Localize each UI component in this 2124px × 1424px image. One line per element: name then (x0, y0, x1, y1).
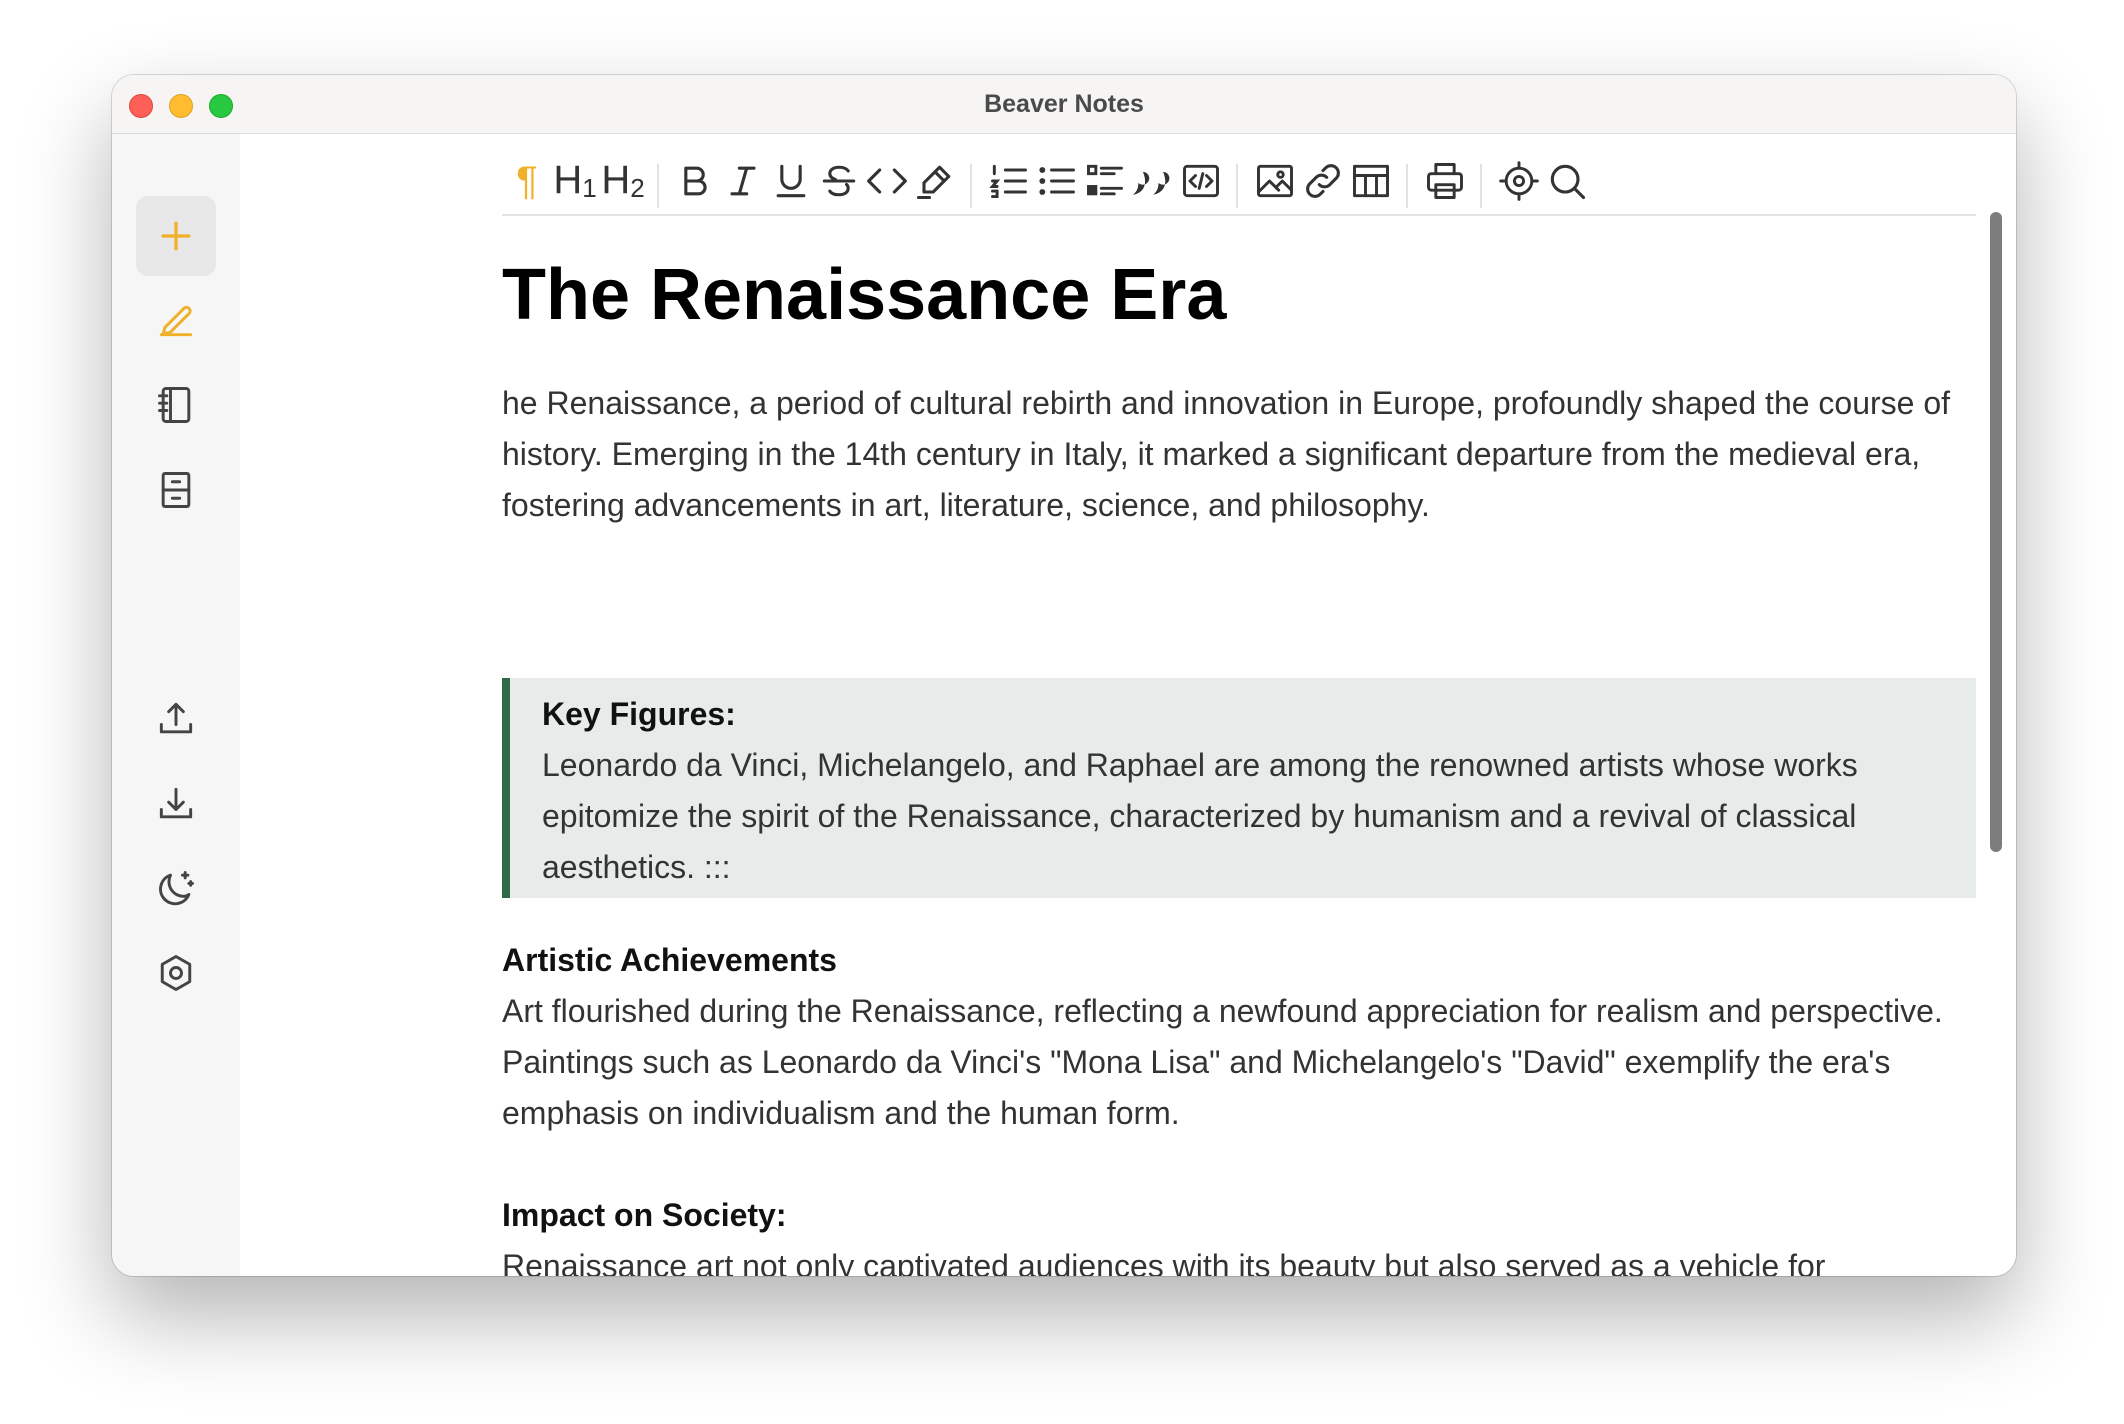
paragraph-icon: ¶ (516, 158, 538, 203)
callout-heading: Key Figures: (542, 696, 736, 732)
toolbar-divider (970, 164, 972, 208)
printer-icon (1427, 163, 1463, 199)
notebook-button[interactable] (136, 365, 216, 445)
search-button[interactable] (1542, 156, 1592, 206)
task-list-icon (1087, 164, 1123, 196)
strikethrough-icon (822, 165, 856, 197)
image-icon (1257, 164, 1293, 198)
section-heading[interactable]: Artistic Achievements (502, 935, 837, 986)
bold-button[interactable] (670, 156, 720, 206)
section-heading[interactable]: Impact on Society: (502, 1190, 787, 1241)
intro-paragraph[interactable]: he Renaissance, a period of cultural reb… (502, 378, 1976, 531)
ordered-list-icon (989, 164, 1027, 199)
toolbar-divider (657, 164, 659, 208)
toolbar-divider (1236, 164, 1238, 208)
heading-2-button[interactable]: H2 (598, 156, 648, 206)
highlight-button[interactable] (910, 156, 960, 206)
theme-toggle-button[interactable] (136, 848, 216, 928)
pencil-icon (159, 305, 193, 337)
insert-link-button[interactable] (1298, 156, 1348, 206)
import-button[interactable] (136, 764, 216, 844)
underline-button[interactable] (766, 156, 816, 206)
paragraph-button[interactable]: ¶ (502, 156, 552, 206)
insert-table-button[interactable] (1346, 156, 1396, 206)
download-icon (159, 787, 193, 819)
archive-icon (161, 472, 191, 508)
bold-icon (684, 166, 707, 196)
heading-1-icon: H1 (553, 158, 597, 203)
upload-icon (159, 702, 193, 734)
moon-icon (159, 870, 194, 906)
archive-button[interactable] (136, 450, 216, 530)
highlighter-icon (916, 165, 951, 200)
blockquote-button[interactable] (1128, 156, 1178, 206)
bullet-list-icon (1039, 167, 1075, 195)
code-block-button[interactable] (1176, 156, 1226, 206)
toolbar-divider (1406, 164, 1408, 208)
crosshair-icon (1499, 161, 1539, 201)
print-button[interactable] (1420, 156, 1470, 206)
callout-body: Leonardo da Vinci, Michelangelo, and Rap… (542, 747, 1858, 885)
section-paragraph[interactable]: Renaissance art not only captivated audi… (502, 1241, 1976, 1276)
strikethrough-button[interactable] (814, 156, 864, 206)
sidebar (112, 134, 240, 1276)
export-button[interactable] (136, 679, 216, 759)
plus-icon (161, 221, 191, 251)
quote-icon (1132, 171, 1170, 195)
settings-icon (160, 955, 192, 991)
focus-mode-button[interactable] (1494, 156, 1544, 206)
key-figures-callout[interactable]: Key Figures: Leonardo da Vinci, Michelan… (502, 678, 1976, 898)
toolbar-divider (1480, 164, 1482, 208)
formatting-toolbar: ¶ H1 H2 (502, 148, 1976, 216)
ordered-list-button[interactable] (984, 156, 1034, 206)
editor-area: ¶ H1 H2 The Renaissance Era he Renaissan… (240, 134, 2016, 1276)
code-block-icon (1183, 164, 1219, 198)
heading-2-icon: H2 (601, 158, 645, 203)
settings-button[interactable] (136, 933, 216, 1013)
link-icon (1306, 164, 1340, 198)
table-icon (1353, 164, 1389, 198)
code-button[interactable] (862, 156, 912, 206)
code-icon (867, 168, 907, 194)
new-note-button[interactable] (136, 196, 216, 276)
underline-icon (776, 164, 806, 198)
italic-icon (730, 166, 756, 196)
task-list-button[interactable] (1080, 156, 1130, 206)
note-title[interactable]: The Renaissance Era (502, 254, 1226, 336)
title-bar: Beaver Notes (112, 75, 2016, 134)
insert-image-button[interactable] (1250, 156, 1300, 206)
search-icon (1550, 164, 1586, 200)
notes-button[interactable] (136, 280, 216, 360)
italic-button[interactable] (718, 156, 768, 206)
scrollbar-thumb[interactable] (1990, 212, 2002, 852)
app-window: Beaver Notes ¶ H1 H2 The Renaissance Era… (112, 75, 2016, 1276)
bullet-list-button[interactable] (1032, 156, 1082, 206)
heading-1-button[interactable]: H1 (550, 156, 600, 206)
notebook-icon (158, 387, 191, 423)
section-paragraph[interactable]: Art flourished during the Renaissance, r… (502, 986, 1976, 1139)
window-title: Beaver Notes (984, 90, 1144, 118)
